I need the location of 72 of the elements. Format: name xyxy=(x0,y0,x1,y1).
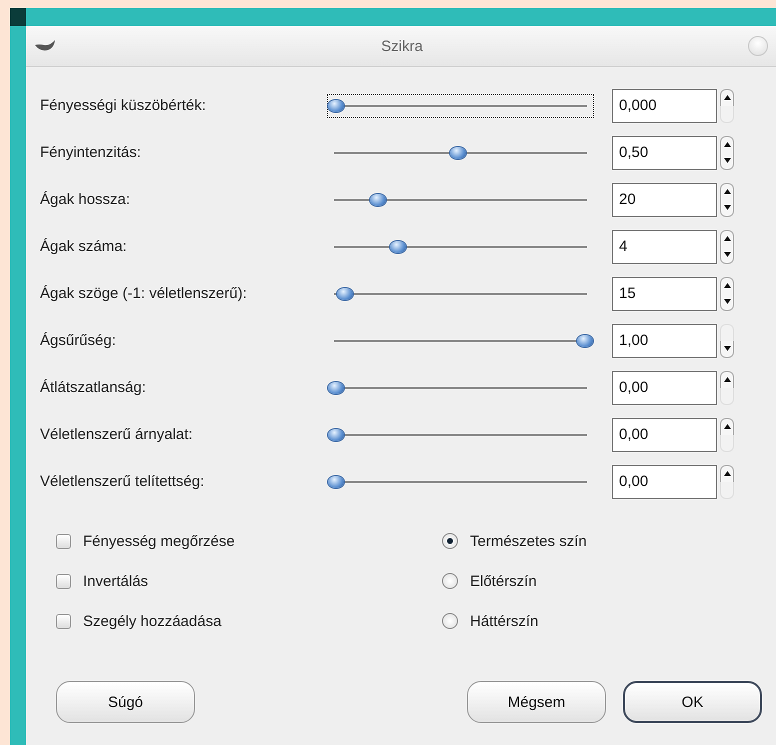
spin-up-button[interactable] xyxy=(720,418,734,434)
radio-label[interactable]: Előtérszín xyxy=(470,572,537,590)
ok-button[interactable]: OK xyxy=(623,681,762,723)
up-arrow-icon xyxy=(724,142,730,147)
radio-button[interactable] xyxy=(442,533,458,549)
checkbox-label[interactable]: Fényesség megőrzése xyxy=(83,532,235,550)
checkbox[interactable] xyxy=(56,614,71,628)
field-label: Ágak száma: xyxy=(40,238,128,255)
checkbox-label[interactable]: Invertálás xyxy=(83,572,148,590)
checkbox[interactable] xyxy=(56,534,71,548)
slider-thumb[interactable] xyxy=(450,146,466,158)
spin-up-button[interactable] xyxy=(720,276,734,294)
spin-down-button[interactable] xyxy=(720,340,734,358)
slider-thumb[interactable] xyxy=(328,100,344,112)
brush-icon xyxy=(34,39,56,53)
up-arrow-icon xyxy=(724,424,730,429)
field-label: Fényességi küszöbérték: xyxy=(40,97,207,114)
spin-up-button[interactable] xyxy=(720,136,734,152)
radio-label[interactable]: Háttérszín xyxy=(470,612,538,630)
up-arrow-icon xyxy=(724,95,730,100)
spin-up-button[interactable] xyxy=(720,182,734,200)
radio-button[interactable] xyxy=(442,573,458,589)
window-title: Szikra xyxy=(380,38,424,54)
frame-corner xyxy=(10,8,26,26)
value-field[interactable]: 0,00 xyxy=(612,418,717,452)
radio-label[interactable]: Természetes szín xyxy=(470,532,587,550)
slider-thumb[interactable] xyxy=(577,334,593,346)
down-arrow-icon xyxy=(724,299,730,304)
field-label: Véletlenszerű telítettség: xyxy=(40,473,206,490)
up-arrow-icon xyxy=(724,283,730,288)
up-arrow-icon xyxy=(724,377,730,382)
spin-down-button[interactable] xyxy=(720,152,734,170)
cancel-button[interactable]: Mégsem xyxy=(467,681,606,723)
field-label: Átlátszatlanság: xyxy=(40,379,147,396)
slider-thumb[interactable] xyxy=(328,382,344,394)
field-label: Ágak szöge (-1: véletlenszerű): xyxy=(40,285,248,302)
value-field[interactable]: 0,00 xyxy=(612,370,717,404)
radio-button[interactable] xyxy=(442,613,458,629)
down-arrow-icon xyxy=(724,205,730,210)
help-button[interactable]: Súgó xyxy=(56,681,195,723)
down-arrow-icon xyxy=(724,252,730,257)
slider-thumb[interactable] xyxy=(328,428,344,440)
value-field[interactable]: 0,50 xyxy=(612,136,717,170)
field-label: Ágak hossza: xyxy=(40,191,132,208)
slider[interactable] xyxy=(327,94,594,118)
slider-thumb[interactable] xyxy=(336,288,353,300)
value-field[interactable]: 0,000 xyxy=(612,88,717,122)
field-label: Véletlenszerű árnyalat: xyxy=(40,426,194,443)
spin-up-button[interactable] xyxy=(720,370,734,388)
checkbox-label[interactable]: Szegély hozzáadása xyxy=(83,612,222,630)
slider-thumb[interactable] xyxy=(328,476,344,488)
spin-up-button[interactable] xyxy=(720,230,734,246)
value-field[interactable]: 1,00 xyxy=(612,324,717,358)
spin-down-button[interactable] xyxy=(720,294,734,310)
value-field[interactable]: 0,00 xyxy=(612,464,717,498)
spin-up-button[interactable] xyxy=(720,88,734,106)
up-arrow-icon xyxy=(724,471,730,476)
value-field[interactable]: 4 xyxy=(612,230,717,264)
down-arrow-icon xyxy=(724,346,730,351)
field-label: Ágsűrűség: xyxy=(40,332,117,349)
up-arrow-icon xyxy=(724,236,730,241)
slider-thumb[interactable] xyxy=(390,240,406,252)
slider-thumb[interactable] xyxy=(370,194,386,206)
value-field[interactable]: 15 xyxy=(612,276,717,310)
up-arrow-icon xyxy=(724,189,730,194)
spin-up-button[interactable] xyxy=(720,464,734,482)
field-label: Fényintenzitás: xyxy=(40,144,142,161)
spin-down-button[interactable] xyxy=(720,200,734,216)
checkbox[interactable] xyxy=(56,574,71,588)
value-field[interactable]: 20 xyxy=(612,182,717,216)
down-arrow-icon xyxy=(724,158,730,163)
spin-down-button[interactable] xyxy=(720,246,734,264)
